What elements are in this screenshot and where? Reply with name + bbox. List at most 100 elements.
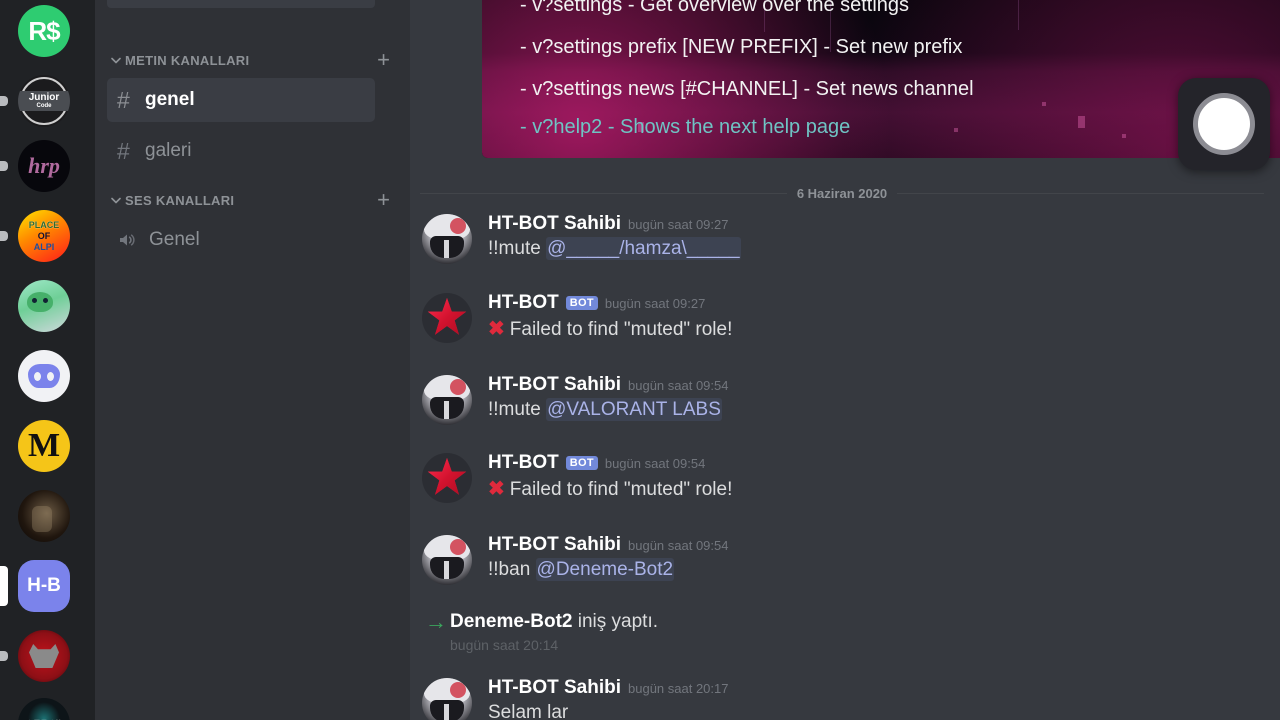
message-row[interactable]: HT-BOT Sahibi bugün saat 09:54 !!ban @De… xyxy=(410,535,1280,585)
anime-server-icon: ツワモノドモガ xyxy=(18,698,70,720)
message-body: HT-BOT Sahibi bugün saat 20:17 Selam lar xyxy=(488,678,1280,720)
hash-icon: # xyxy=(117,86,130,113)
message-row[interactable]: HT-BOT BOT bugün saat 09:54 ✖ Failed to f… xyxy=(410,453,1280,503)
user-mention[interactable]: @Deneme-Bot2 xyxy=(535,558,675,581)
avatar[interactable] xyxy=(422,453,472,503)
message-header: HT-BOT BOT bugün saat 09:54 xyxy=(488,453,1280,472)
active-server-pill xyxy=(0,566,8,606)
hash-icon: # xyxy=(117,137,130,164)
message-author[interactable]: HT-BOT Sahibi xyxy=(488,214,621,233)
sidebar-item-voice-genel[interactable]: Genel xyxy=(107,218,375,262)
message-header: HT-BOT Sahibi bugün saat 09:54 xyxy=(488,535,1280,554)
server-initials: hrp xyxy=(28,153,60,178)
alpi-line-1: PLACE xyxy=(28,219,60,230)
error-x-icon: ✖ xyxy=(488,318,505,340)
discord-logo-icon xyxy=(18,350,70,402)
server-icon-anime[interactable]: ツワモノドモガ xyxy=(18,698,70,720)
junior-title: Junior xyxy=(28,91,60,103)
avatar[interactable] xyxy=(422,293,472,343)
message-timestamp: bugün saat 09:54 xyxy=(628,378,729,393)
category-header-voice-channels[interactable]: SES KANALLARI + xyxy=(95,189,410,211)
avatar[interactable] xyxy=(422,535,472,585)
unread-pill xyxy=(0,161,8,171)
alpi-line-3: ALPI xyxy=(33,241,55,252)
junior-band: Junior Code xyxy=(18,91,70,111)
avatar-art xyxy=(430,700,464,720)
category-label: METIN KANALLARI xyxy=(125,52,250,68)
avatar-art xyxy=(430,236,464,258)
message-content: Selam lar xyxy=(488,702,1280,720)
message-author[interactable]: HT-BOT Sahibi xyxy=(488,678,621,697)
server-icon-junior-code[interactable]: Junior Code xyxy=(0,75,70,127)
discord-app-window: R$ Junior Code hrp PLACE OF ALPI M H-B M… xyxy=(0,0,1280,720)
server-icon-ht-bot[interactable]: H-B xyxy=(0,560,70,612)
embed-line-settings-prefix: - v?settings prefix [NEW PREFIX] - Set n… xyxy=(520,36,963,58)
message-row[interactable]: HT-BOT Sahibi bugün saat 09:54 !!mute @V… xyxy=(410,375,1280,425)
server-icon-roblox[interactable]: R$ xyxy=(18,5,70,57)
message-text: Failed to find "muted" role! xyxy=(509,319,733,340)
recording-indicator-overlay[interactable] xyxy=(1178,78,1270,170)
message-timestamp: bugün saat 09:54 xyxy=(604,456,706,471)
message-row[interactable]: HT-BOT BOT bugün saat 09:27 ✖ Failed to f… xyxy=(410,293,1280,343)
wolf-icon xyxy=(18,630,70,682)
server-rail[interactable]: R$ Junior Code hrp PLACE OF ALPI M H-B xyxy=(0,0,95,720)
category-header-text-channels[interactable]: METIN KANALLARI + xyxy=(95,49,410,71)
message-timestamp: bugün saat 09:54 xyxy=(628,538,729,553)
message-body: HT-BOT BOT bugün saat 09:54 ✖ Failed to f… xyxy=(488,453,1280,503)
sidebar-item-galeri[interactable]: # galeri xyxy=(107,129,375,173)
add-channel-button[interactable]: + xyxy=(377,49,390,71)
message-content: !!mute @_____/hamza\_____ xyxy=(488,237,1280,260)
server-icon-wolf[interactable] xyxy=(0,630,70,682)
embed-line-help2: - v?help2 - Shows the next help page xyxy=(520,116,851,138)
message-text: Failed to find "muted" role! xyxy=(509,479,733,500)
join-text-rest: iniş yaptı. xyxy=(572,611,659,632)
server-icon-place-of-alpi[interactable]: PLACE OF ALPI xyxy=(0,210,70,262)
message-content: !!ban @Deneme-Bot2 xyxy=(488,558,1280,581)
channel-label: galeri xyxy=(145,140,192,161)
junior-code-icon: Junior Code xyxy=(18,75,70,127)
message-timestamp: bugün saat 20:17 xyxy=(628,681,729,696)
message-author[interactable]: HT-BOT xyxy=(488,453,559,472)
sidebar-item-genel[interactable]: # genel xyxy=(107,78,375,122)
user-mention[interactable]: @VALORANT LABS xyxy=(546,398,722,421)
server-icon-m[interactable]: M xyxy=(18,420,70,472)
message-row[interactable]: HT-BOT Sahibi bugün saat 09:27 !!mute @_… xyxy=(410,214,1280,264)
hrp-icon: hrp xyxy=(18,140,70,192)
message-content: ✖ Failed to find "muted" role! xyxy=(488,478,1280,501)
channel-sidebar: Galeri METIN KANALLARI + # genel # galer… xyxy=(95,0,410,720)
joined-member-name[interactable]: Deneme-Bot2 xyxy=(450,611,572,632)
system-message-body: Deneme-Bot2 iniş yaptı. bugün saat 20:14 xyxy=(450,611,1280,653)
avatar[interactable] xyxy=(422,214,472,264)
system-message-text: Deneme-Bot2 iniş yaptı. xyxy=(450,611,1280,633)
message-text: Selam lar xyxy=(488,702,569,720)
server-icon-discord-default[interactable] xyxy=(18,350,70,402)
chat-message-area[interactable]: - v?settings - Get overview over the set… xyxy=(410,0,1280,720)
creature-face xyxy=(27,292,53,312)
sidebar-item-galeri-partial[interactable]: Galeri xyxy=(107,0,375,8)
channel-label: genel xyxy=(145,89,195,110)
message-author[interactable]: HT-BOT xyxy=(488,293,559,312)
avatar[interactable] xyxy=(422,375,472,425)
alpi-line-2: OF xyxy=(37,230,51,241)
server-icon-hrp[interactable]: hrp xyxy=(0,140,70,192)
add-channel-button[interactable]: + xyxy=(377,189,390,211)
avatar[interactable] xyxy=(422,678,472,720)
embed-line-settings-news: - v?settings news [#CHANNEL] - Set news … xyxy=(520,78,974,100)
avatar-art xyxy=(430,557,464,579)
message-author[interactable]: HT-BOT Sahibi xyxy=(488,375,621,394)
system-message-timestamp: bugün saat 20:14 xyxy=(450,637,559,653)
bot-badge: BOT xyxy=(565,296,598,310)
message-text: !!mute xyxy=(488,238,547,259)
user-mention[interactable]: @_____/hamza\_____ xyxy=(546,237,741,260)
error-x-icon: ✖ xyxy=(488,478,505,500)
ht-bot-server-icon: H-B xyxy=(18,560,70,612)
bot-help-embed-image[interactable]: - v?settings - Get overview over the set… xyxy=(482,0,1280,158)
server-icon-dark-photo[interactable] xyxy=(18,490,70,542)
place-of-alpi-icon: PLACE OF ALPI xyxy=(18,210,70,262)
message-header: HT-BOT Sahibi bugün saat 09:54 xyxy=(488,375,1280,394)
message-row[interactable]: HT-BOT Sahibi bugün saat 20:17 Selam lar xyxy=(410,678,1280,720)
server-icon-green-creature[interactable] xyxy=(18,280,70,332)
record-button-icon[interactable] xyxy=(1193,93,1255,155)
unread-pill xyxy=(0,651,8,661)
message-author[interactable]: HT-BOT Sahibi xyxy=(488,535,621,554)
